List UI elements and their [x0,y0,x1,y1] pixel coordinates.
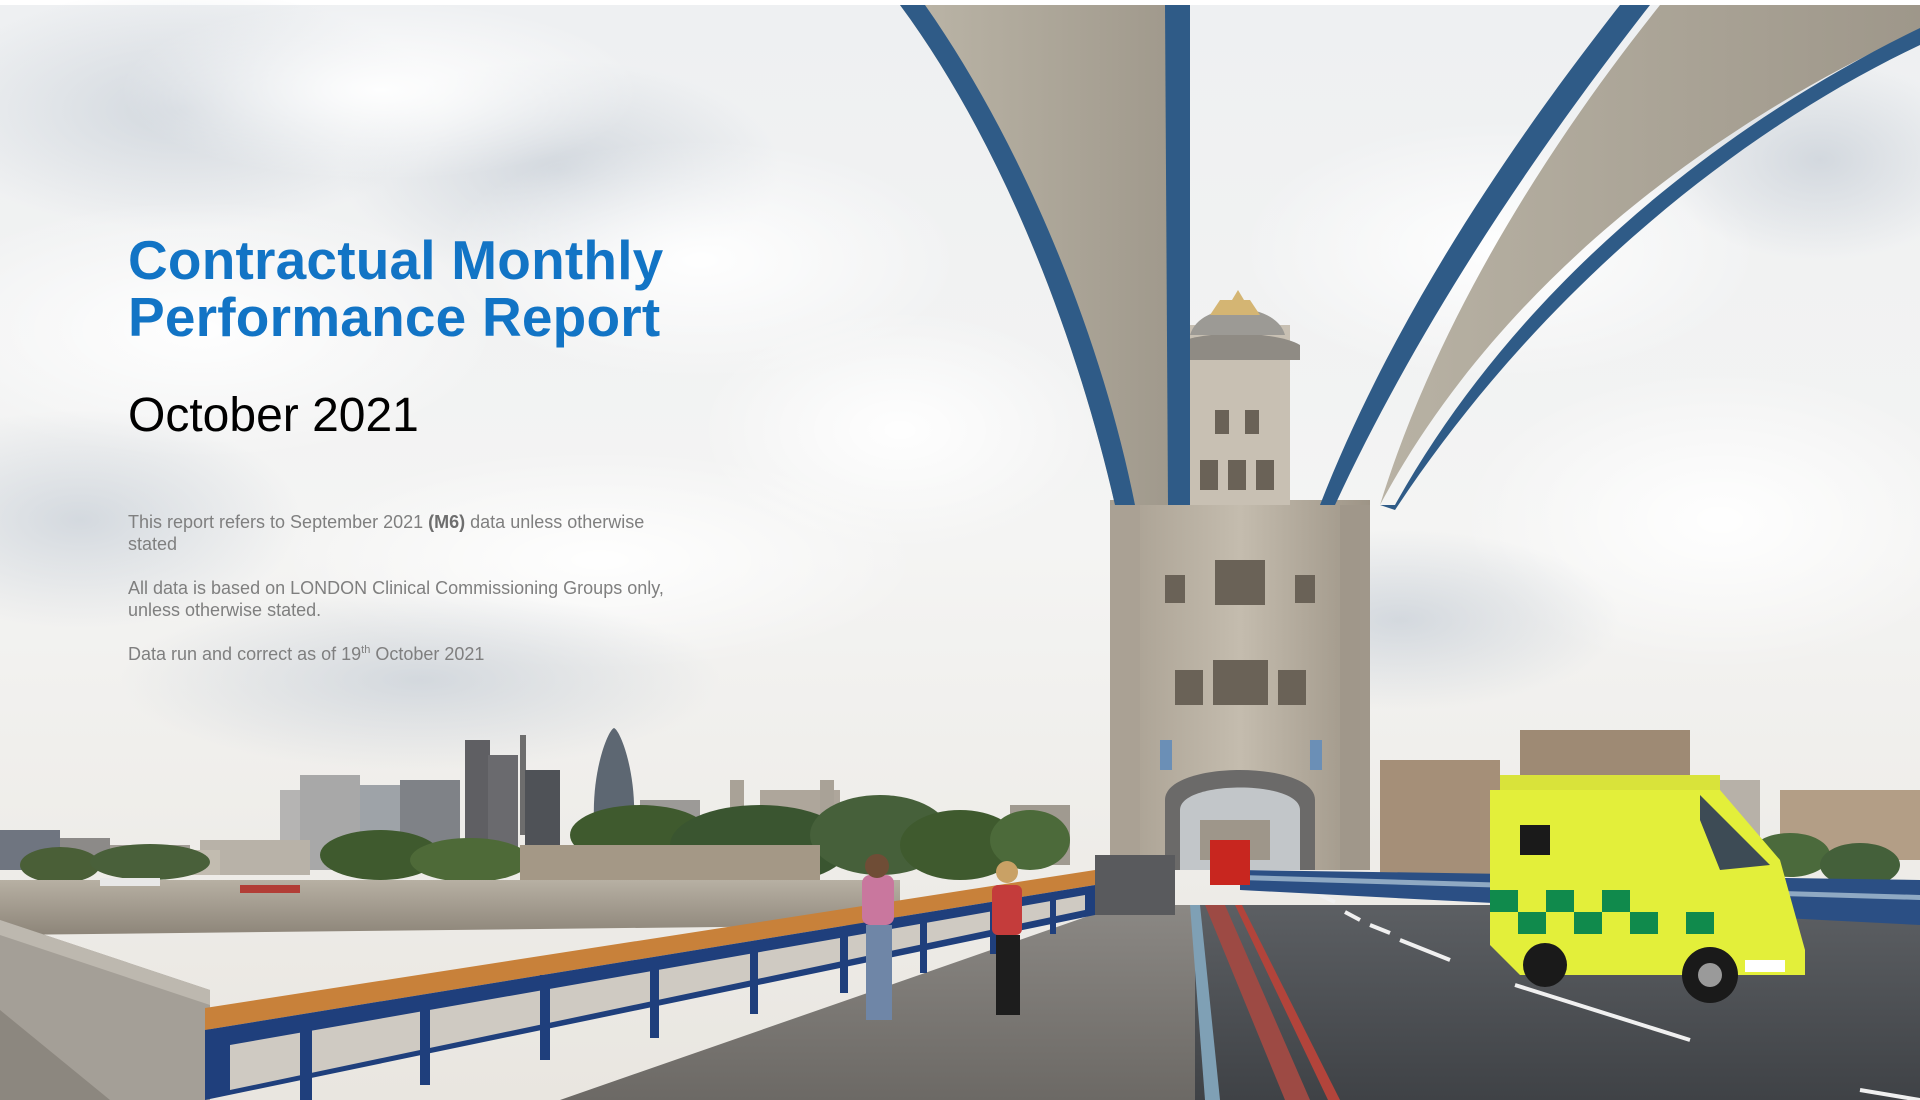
note-reporting-month-text: This report refers to September 2021 [128,512,429,532]
report-title: Contractual Monthly Performance Report [128,232,688,346]
report-notes: This report refers to September 2021 (M6… [128,511,688,665]
report-title-line-2: Performance Report [128,286,661,348]
note-month-code: (M6) [428,512,466,532]
note-data-run-text: Data run and correct as of 19 [128,644,362,664]
note-reporting-month: This report refers to September 2021 (M6… [128,511,688,555]
note-data-run-month: October 2021 [370,644,485,664]
report-cover: Contractual Monthly Performance Report O… [0,0,1920,1100]
note-data-run-date: Data run and correct as of 19th October … [128,643,688,665]
red-bus [1210,840,1250,885]
report-title-line-1: Contractual Monthly [128,229,664,291]
note-data-scope: All data is based on LONDON Clinical Com… [128,578,664,620]
report-period: October 2021 [128,389,419,442]
note-date-suffix: th [361,644,371,656]
cover-text: Contractual Monthly Performance Report O… [128,232,688,687]
